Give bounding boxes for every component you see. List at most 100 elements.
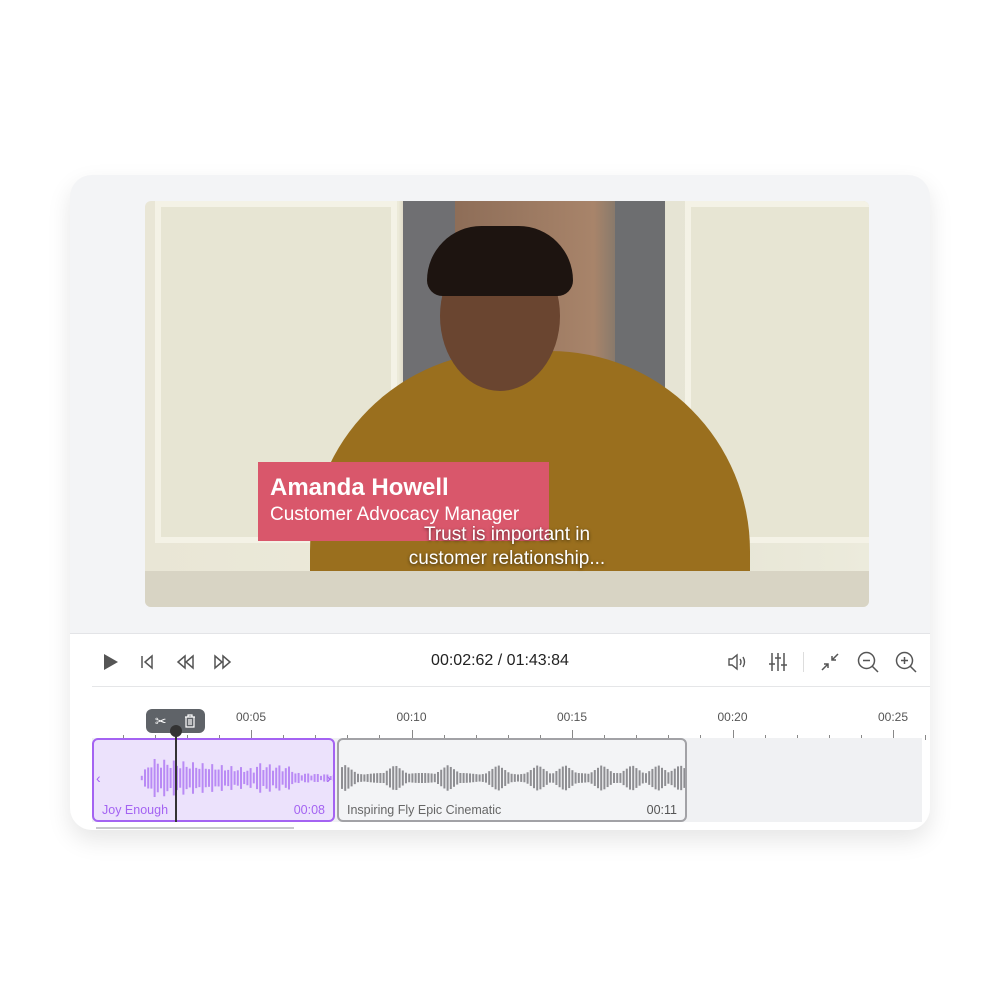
waveform-bar <box>156 763 159 793</box>
waveform-bar <box>417 773 420 783</box>
timeline-scrollbar[interactable] <box>96 827 294 829</box>
waveform-bar <box>297 772 300 784</box>
waveform-bar <box>366 774 369 782</box>
scissors-icon[interactable]: ✂ <box>155 713 167 730</box>
waveform-bar <box>568 767 571 789</box>
waveform-bar <box>673 768 676 788</box>
collapse-button[interactable] <box>818 650 842 674</box>
waveform-bar <box>507 772 510 784</box>
waveform-bar <box>389 768 391 788</box>
trim-left-handle[interactable]: ‹ <box>96 770 101 786</box>
waveform-bar <box>584 773 587 783</box>
waveform-bar <box>683 768 685 788</box>
waveform-bar <box>275 767 278 789</box>
waveform <box>341 765 685 791</box>
waveform-bar <box>192 762 194 794</box>
clip-duration: 00:11 <box>646 803 677 817</box>
collapse-icon <box>821 653 839 671</box>
waveform-bar <box>278 765 281 791</box>
waveform-bar <box>233 771 236 785</box>
ruler-label: 00:25 <box>877 710 909 724</box>
waveform-bar <box>549 773 551 783</box>
audio-clip-inspiring-fly[interactable]: Inspiring Fly Epic Cinematic 00:11 <box>337 738 687 822</box>
waveform-bar <box>249 768 252 788</box>
waveform-bar <box>353 771 356 785</box>
waveform-bar <box>256 766 258 790</box>
ruler-label: 00:10 <box>396 710 427 724</box>
playhead[interactable] <box>175 730 177 822</box>
waveform-bar <box>497 765 500 791</box>
waveform-bar <box>347 767 350 789</box>
zoom-out-icon <box>857 651 879 673</box>
waveform-bar <box>424 773 427 783</box>
zoom-in-button[interactable] <box>894 650 918 674</box>
waveform-bar <box>262 770 265 786</box>
waveform-bar <box>268 764 271 792</box>
person-hair <box>427 226 573 296</box>
waveform-bar <box>613 773 615 783</box>
waveform-bar <box>517 774 519 782</box>
waveform-bar <box>227 769 230 787</box>
volume-button[interactable] <box>726 650 750 674</box>
ruler-label: 00:20 <box>717 710 748 724</box>
waveform-bar <box>664 770 667 786</box>
waveform-bar <box>201 763 204 793</box>
waveform-bar <box>661 767 663 789</box>
waveform-bar <box>437 772 439 784</box>
waveform-bar <box>204 768 207 788</box>
video-editor-card: Amanda Howell Customer Advocacy Manager … <box>70 175 930 830</box>
trash-icon[interactable] <box>184 714 196 728</box>
waveform-bar <box>593 770 596 786</box>
audio-clip-joy-enough[interactable]: ‹ › Joy Enough 00:08 <box>92 738 335 822</box>
waveform-bar <box>288 766 290 790</box>
zoom-out-button[interactable] <box>856 650 880 674</box>
waveform-bar <box>421 773 423 783</box>
speaker-name: Amanda Howell <box>270 474 449 501</box>
waveform-bar <box>577 773 580 783</box>
waveform-bar <box>542 768 545 788</box>
waveform-bar <box>310 775 313 781</box>
waveform <box>140 758 333 798</box>
playhead-handle[interactable] <box>170 725 182 737</box>
waveform-bar <box>459 773 462 783</box>
clip-duration: 00:08 <box>293 803 325 817</box>
waveform-bar <box>369 773 372 783</box>
waveform-bar <box>680 765 683 791</box>
waveform-bar <box>475 774 478 782</box>
waveform-bar <box>443 767 446 789</box>
waveform-bar <box>651 768 654 788</box>
waveform-bar <box>555 771 558 785</box>
waveform-bar <box>494 766 497 790</box>
waveform-bar <box>414 773 417 783</box>
waveform-bar <box>169 767 172 789</box>
waveform-bar <box>465 773 468 783</box>
waveform-bar <box>552 773 555 783</box>
waveform-bar <box>188 768 191 788</box>
waveform-bar <box>284 768 287 788</box>
trim-right-handle[interactable]: › <box>326 770 331 786</box>
waveform-bar <box>590 772 593 784</box>
waveform-bar <box>313 774 316 782</box>
video-preview[interactable]: Amanda Howell Customer Advocacy Manager … <box>145 201 869 607</box>
waveform-bar <box>147 767 150 789</box>
waveform-bar <box>140 775 143 781</box>
waveform-bar <box>453 769 455 787</box>
equalizer-icon <box>769 653 787 671</box>
waveform-bar <box>240 767 242 789</box>
waveform-bar <box>571 770 574 786</box>
waveform-bar <box>363 774 366 782</box>
waveform-bar <box>523 773 526 783</box>
waveform-bar <box>533 767 535 789</box>
volume-icon <box>728 653 746 671</box>
subtitle: Trust is important in customer relations… <box>345 523 669 571</box>
waveform-bar <box>581 773 583 783</box>
equalizer-button[interactable] <box>766 650 790 674</box>
waveform-bar <box>545 771 548 785</box>
waveform-bar <box>632 765 635 791</box>
waveform-bar <box>629 766 631 790</box>
waveform-bar <box>536 765 539 791</box>
waveform-bar <box>376 773 379 783</box>
waveform-bar <box>259 763 262 793</box>
waveform-bar <box>272 770 274 786</box>
waveform-bar <box>635 768 638 788</box>
